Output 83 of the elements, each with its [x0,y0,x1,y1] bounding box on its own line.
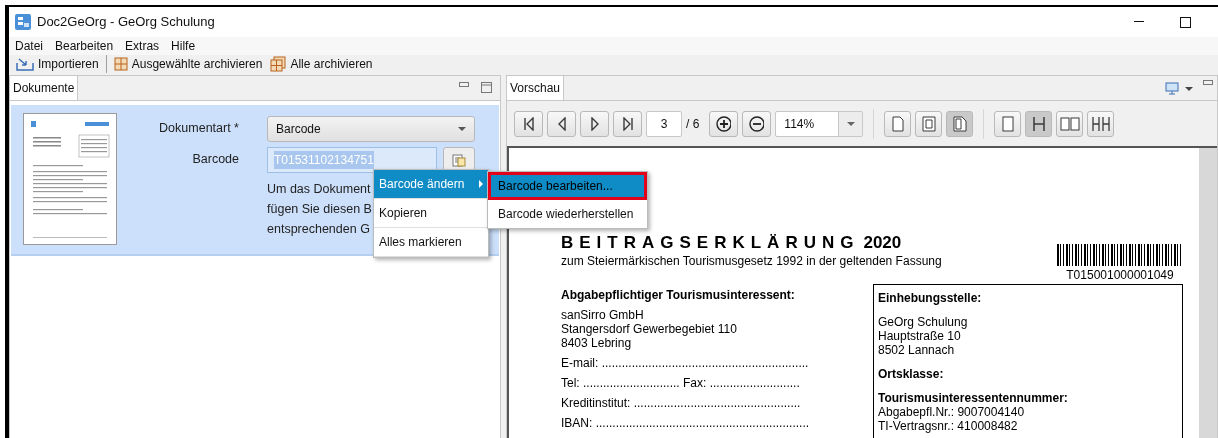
form-line: Tel: ............................. Fax: ........................... [561,376,801,390]
page-number-field[interactable]: 3 [646,110,682,137]
two-pages-icon [1059,115,1080,132]
zoom-out-icon [749,115,765,132]
panel-tab[interactable]: Vorschau [507,76,565,100]
context-menu-item[interactable]: Barcode ändern [374,170,488,199]
zoom-in-icon [716,115,732,132]
page-fit-button[interactable] [946,110,974,137]
section-heading: Abgabepflichtiger Tourismusinteressent: [561,288,796,302]
minimize-icon [1134,21,1144,23]
skip-start-icon [522,116,535,131]
address-line: Hauptstraße 10 [878,329,962,343]
page-nav-button[interactable] [580,110,609,137]
page-layout-button[interactable] [1087,110,1115,137]
zoom-dropdown[interactable]: 114% [775,110,864,137]
page-layout-button[interactable] [994,110,1022,137]
page-total: / 6 [686,115,700,133]
toolbar-button[interactable]: Importieren [15,55,100,73]
dropdown-caret-icon [846,121,855,126]
dropdown-caret-icon[interactable] [1185,87,1193,91]
number-line: Abgabepfl.Nr.: 9007004140 [878,405,1026,419]
hint-text: entsprechenden G [267,221,371,238]
triangle-right-icon [588,116,601,131]
app-icon [15,14,31,30]
document-title: BEITRAGSERKLÄRUNG [561,234,860,252]
folded-page-icon [952,115,967,132]
page-fit-button[interactable] [915,110,943,137]
toolbar-button[interactable]: Alle archivieren [269,55,374,73]
minimize-icon[interactable] [1203,80,1213,86]
page-icon [891,115,904,132]
document-year: 2020 [863,234,902,252]
skip-end-icon [621,116,634,131]
hint-text: fügen Sie diesen B [267,201,371,218]
clipboard-icon [452,152,466,167]
page-layout-button[interactable] [1025,110,1053,137]
document-subtitle: zum Steiermärkischen Tourismusgesetz 1992 in der geltenden Fassung [561,253,942,270]
menu-item[interactable]: Hilfe [171,37,196,55]
framed-page-icon [921,115,936,132]
page-nav-button[interactable] [613,110,642,137]
form-line: Kreditinstitut: .................................................. [561,396,802,410]
barcode-value: T01531102134751 [274,150,374,169]
dropdown-caret-icon [458,126,466,131]
zoom-in-button[interactable] [709,110,739,137]
document-type-dropdown[interactable]: Barcode [267,115,475,142]
menu-item[interactable]: Extras [125,37,160,55]
address-line: Stangersdorf Gewerbegebiet 110 [561,322,738,336]
context-menu-item[interactable]: Alles markieren [374,228,488,257]
minimize-icon[interactable] [459,82,469,88]
page-fit-button[interactable] [884,110,912,137]
section-heading: Ortsklasse: [878,367,945,381]
form-line: IBAN: ................................................................ [561,416,811,430]
address-line: sanSirro GmbH [561,308,645,322]
barcode-number: T015001000001049 [1066,267,1174,284]
toolbar-button[interactable]: Ausgewählte archivieren [112,55,264,73]
grid-stack-icon [270,56,287,72]
monitor-icon[interactable] [1165,82,1179,95]
menu-item[interactable]: Bearbeiten [55,37,114,55]
submenu-item[interactable]: Barcode bearbeiten... [488,172,647,200]
field-label: Barcode [191,151,240,169]
form-line: E-mail: .............................................................. [561,356,810,370]
double-h-icon [1090,115,1111,132]
page-nav-button[interactable] [514,110,543,137]
section-heading: Tourismusinteressentennummer: [878,391,1069,405]
import-tray-icon [16,57,34,71]
maximize-icon [1179,16,1191,28]
zoom-out-button[interactable] [742,110,772,137]
panel-tab[interactable]: Dokumente [10,76,79,100]
single-page-icon [1001,115,1014,132]
submenu-arrow-icon [479,180,483,188]
number-line: TI-Vertragsnr.: 410008482 [878,419,1019,433]
window-title: Doc2GeOrg - GeOrg Schulung [37,13,215,32]
h-shape-icon [1031,115,1046,132]
menu-item[interactable]: Datei [15,37,43,55]
section-heading: Einhebungsstelle: [878,291,983,305]
field-label: Dokumentart * [158,120,240,138]
address-line: GeOrg Schulung [878,315,969,329]
page-layout-button[interactable] [1056,110,1084,137]
address-line: 8502 Lannach [878,343,956,357]
grid-icon [113,57,128,71]
page-nav-button[interactable] [547,110,576,137]
maximize-icon[interactable] [481,82,492,93]
address-line: 8403 Lebring [561,336,633,350]
hint-text: Um das Dokument [267,181,371,198]
